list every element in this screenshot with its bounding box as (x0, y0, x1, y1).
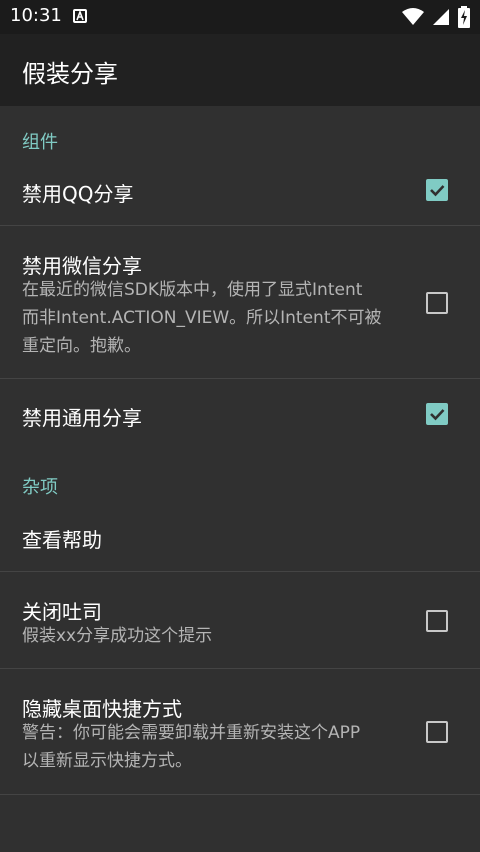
pref-disable-qq-share[interactable]: 禁用QQ分享 (0, 158, 480, 225)
pref-summary: 假装xx分享成功这个提示 (22, 626, 213, 646)
status-icons (402, 6, 470, 28)
battery-charging-icon (458, 6, 470, 28)
pref-hide-launcher-shortcut[interactable]: 隐藏桌面快捷方式 警告：你可能会需要卸载并重新安装这个APP 以重新显示快捷方式… (0, 669, 480, 794)
status-bar: 10:31 (0, 0, 480, 34)
pref-summary: 在最近的微信SDK版本中，使用了显式Intent 而非Intent.ACTION… (22, 280, 382, 356)
pref-title: 禁用QQ分享 (22, 182, 134, 206)
disable-qq-share-checkbox[interactable] (426, 179, 448, 201)
pref-title: 禁用通用分享 (22, 406, 142, 430)
hide-launcher-shortcut-checkbox[interactable] (426, 721, 448, 743)
pref-summary: 警告：你可能会需要卸载并重新安装这个APP 以重新显示快捷方式。 (22, 723, 361, 771)
pref-disable-wechat-share[interactable]: 禁用微信分享 在最近的微信SDK版本中，使用了显式Intent 而非Intent… (0, 226, 480, 378)
divider (0, 794, 480, 795)
section-header-components: 组件 (22, 132, 58, 153)
status-time: 10:31 (10, 5, 62, 26)
pref-disable-toast[interactable]: 关闭吐司 假装xx分享成功这个提示 (0, 572, 480, 668)
section-header-misc: 杂项 (22, 477, 58, 498)
pref-title: 禁用微信分享 (22, 254, 142, 278)
disable-generic-share-checkbox[interactable] (426, 403, 448, 425)
pref-view-help[interactable]: 查看帮助 (0, 502, 480, 571)
signal-icon (433, 9, 449, 25)
pref-title: 查看帮助 (22, 528, 102, 552)
pref-title: 隐藏桌面快捷方式 (22, 697, 182, 721)
disable-toast-checkbox[interactable] (426, 610, 448, 632)
pref-title: 关闭吐司 (22, 600, 102, 624)
notification-a-icon (73, 9, 87, 23)
page-title: 假装分享 (22, 60, 118, 88)
pref-disable-generic-share[interactable]: 禁用通用分享 (0, 379, 480, 451)
disable-wechat-share-checkbox[interactable] (426, 292, 448, 314)
app-bar: 假装分享 (0, 34, 480, 106)
wifi-icon (402, 8, 424, 25)
